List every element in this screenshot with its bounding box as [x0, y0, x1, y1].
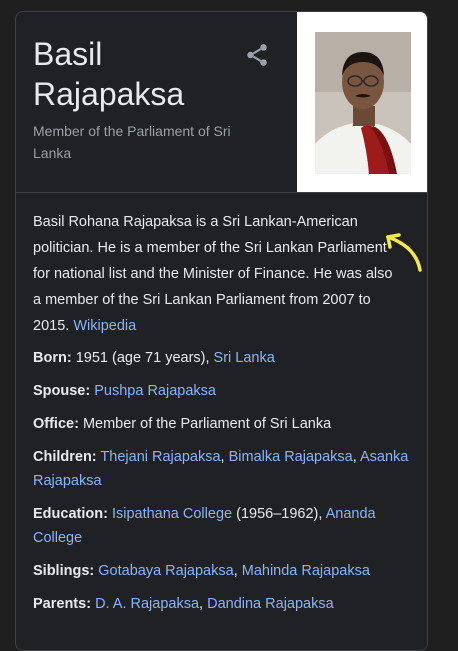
fact-office: Office: Member of the Parliament of Sri … [33, 412, 413, 436]
parent-link[interactable]: Dandina Rajapaksa [207, 596, 334, 612]
wikipedia-link[interactable]: Wikipedia [73, 318, 136, 334]
facts-list: Born: 1951 (age 71 years), Sri Lanka Spo… [33, 346, 413, 625]
fact-label: Parents: [33, 596, 92, 612]
fact-label: Children: [33, 449, 97, 465]
entity-title-line2: Rajapaksa [33, 76, 185, 112]
fact-label: Spouse: [33, 383, 91, 399]
parent-link[interactable]: D. A. Rajapaksa [95, 596, 199, 612]
child-link[interactable]: Bimalka Rajapaksa [229, 449, 353, 465]
fact-label: Siblings: [33, 563, 95, 579]
spouse-link[interactable]: Pushpa Rajapaksa [94, 383, 216, 399]
fact-value: 1951 (age 71 years), [75, 350, 210, 366]
child-link[interactable]: Thejani Rajapaksa [100, 449, 220, 465]
fact-parents: Parents: D. A. Rajapaksa, Dandina Rajapa… [33, 596, 334, 612]
entity-description: Basil Rohana Rajapaksa is a Sri Lankan-A… [33, 209, 398, 339]
sibling-link[interactable]: Gotabaya Rajapaksa [98, 563, 233, 579]
entity-photo[interactable] [315, 32, 411, 174]
fact-siblings: Siblings: Gotabaya Rajapaksa, Mahinda Ra… [33, 563, 370, 579]
panel-header: Basil Rajapaksa Member of the Parliament… [16, 12, 427, 193]
fact-label: Born: [33, 350, 72, 366]
entity-photo-frame[interactable] [297, 12, 427, 192]
entity-title-line1: Basil [33, 36, 103, 72]
fact-education: Education: Isipathana College (1956–1962… [33, 502, 413, 550]
sibling-link[interactable]: Mahinda Rajapaksa [242, 563, 370, 579]
fact-value: (1956–1962), [236, 506, 323, 522]
fact-value: Member of the Parliament of Sri Lanka [82, 416, 332, 432]
knowledge-panel: Basil Rajapaksa Member of the Parliament… [15, 11, 428, 651]
fact-born: Born: 1951 (age 71 years), Sri Lanka [33, 346, 413, 370]
born-place-link[interactable]: Sri Lanka [214, 350, 275, 366]
fact-children: Children: Thejani Rajapaksa, Bimalka Raj… [33, 449, 409, 489]
share-icon[interactable] [244, 42, 270, 68]
education-link[interactable]: Isipathana College [112, 506, 232, 522]
annotation-arrow-icon [386, 233, 422, 272]
entity-subtitle: Member of the Parliament of Sri Lanka [33, 123, 231, 161]
fact-label: Education: [33, 506, 108, 522]
fact-label: Office: [33, 416, 79, 432]
entity-title: Basil Rajapaksa [33, 34, 233, 114]
fact-spouse: Spouse: Pushpa Rajapaksa [33, 379, 413, 403]
description-text: Basil Rohana Rajapaksa is a Sri Lankan-A… [33, 214, 393, 334]
